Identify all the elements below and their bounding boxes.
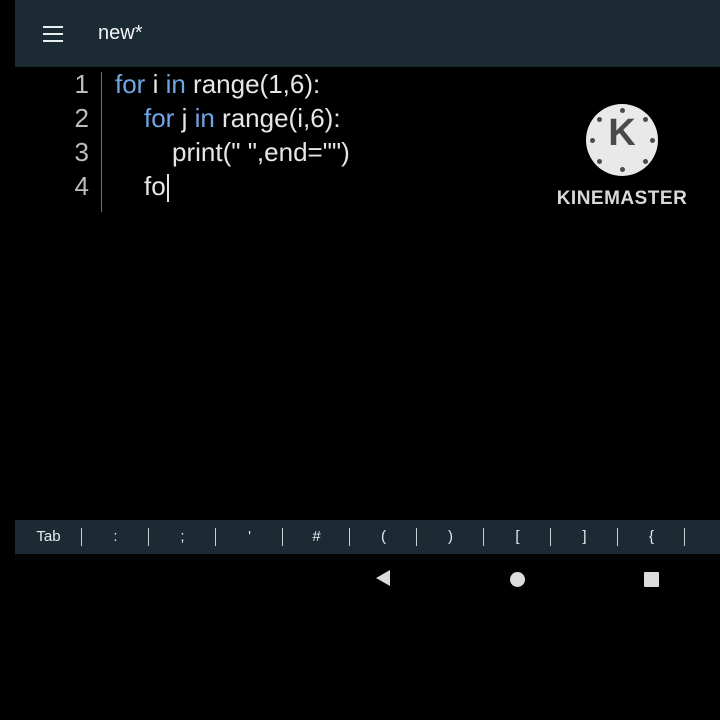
document-title: new* xyxy=(98,22,143,44)
code-token: fo xyxy=(144,171,166,201)
key-hash[interactable]: # xyxy=(283,520,350,554)
code-text: print(" ",end="") xyxy=(172,135,350,169)
kinemaster-logo-icon: K xyxy=(586,104,658,176)
key-open-paren[interactable]: ( xyxy=(350,520,417,554)
key-semicolon[interactable]: ; xyxy=(149,520,216,554)
kinemaster-watermark: K KINEMASTER xyxy=(554,104,690,210)
code-line-1[interactable]: 1 for i in range(1,6): xyxy=(15,67,720,101)
keyword: for xyxy=(144,103,175,133)
key-close-paren[interactable]: ) xyxy=(417,520,484,554)
code-token: range(1,6): xyxy=(185,69,321,99)
system-navigation-bar xyxy=(0,560,720,600)
keyword: for xyxy=(115,69,146,99)
code-token: range(i,6): xyxy=(214,103,341,133)
line-number: 4 xyxy=(74,171,89,201)
key-open-brace[interactable]: { xyxy=(618,520,685,554)
line-number: 3 xyxy=(74,137,89,167)
line-number: 2 xyxy=(74,103,89,133)
keyword: in xyxy=(165,69,186,99)
keyword: in xyxy=(194,103,215,133)
watermark-text: KINEMASTER xyxy=(556,188,688,209)
line-number: 1 xyxy=(74,69,89,99)
code-editor[interactable]: 1 for i in range(1,6): 2 for j in range(… xyxy=(15,67,720,520)
back-triangle-icon[interactable] xyxy=(376,570,390,586)
hamburger-menu-icon[interactable] xyxy=(37,22,71,48)
code-token: i xyxy=(145,69,166,99)
recents-square-icon[interactable] xyxy=(644,572,659,587)
key-colon[interactable]: : xyxy=(82,520,149,554)
key-open-bracket[interactable]: [ xyxy=(484,520,551,554)
home-circle-icon[interactable] xyxy=(510,572,525,587)
code-text: for j in range(i,6): xyxy=(144,101,341,135)
key-tab[interactable]: Tab xyxy=(15,520,82,554)
top-toolbar: new* xyxy=(15,0,720,67)
app-window: new* 1 for i in range(1,6): 2 for j in r… xyxy=(15,0,720,560)
code-token: j xyxy=(174,103,195,133)
code-text: for i in range(1,6): xyxy=(115,67,320,101)
text-cursor xyxy=(166,174,169,203)
key-quote[interactable]: ' xyxy=(216,520,283,554)
code-token: print(" ",end="") xyxy=(172,137,350,167)
code-text: fo xyxy=(144,169,169,203)
extra-keys-bar: Tab : ; ' # ( ) [ ] { xyxy=(15,520,720,554)
key-close-bracket[interactable]: ] xyxy=(551,520,618,554)
